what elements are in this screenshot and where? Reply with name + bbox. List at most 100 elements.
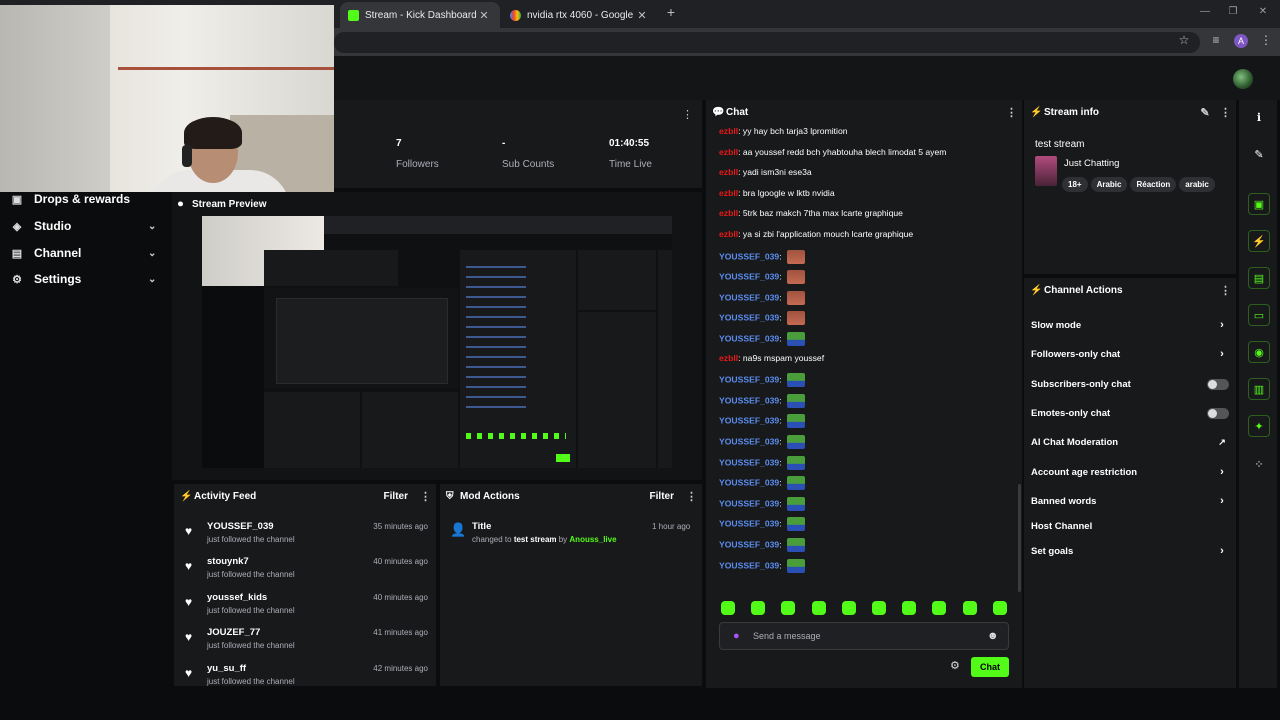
sidebar-item-settings[interactable]: ⚙ Settings ⌄ [0,268,172,290]
tag-pill[interactable]: Arabic [1090,177,1128,192]
chat-scrollbar[interactable] [1018,484,1021,592]
filter-button[interactable]: Filter [384,491,408,502]
chat-username[interactable]: YOUSSEF_039 [719,292,779,302]
more-options-icon[interactable]: ⋮ [1220,284,1231,297]
tab-kick-dashboard[interactable]: Stream - Kick Dashboard ✕ [340,2,500,28]
preview-toggle-icon[interactable]: ▣ [1248,193,1270,215]
stream-preview-video[interactable] [202,216,672,468]
tag-pill[interactable]: Réaction [1130,177,1177,192]
chat-username[interactable]: YOUSSEF_039 [719,539,779,549]
follower-name[interactable]: JOUZEF_77 [207,627,260,638]
chat-username[interactable]: YOUSSEF_039 [719,313,779,323]
chat-username[interactable]: YOUSSEF_039 [719,498,779,508]
chat-username[interactable]: YOUSSEF_039 [719,374,779,384]
apps-icon[interactable]: ⁘ [1248,454,1270,476]
send-chat-button[interactable]: Chat [971,657,1009,677]
bookmark-star-icon[interactable]: ☆ [1176,33,1192,47]
quick-emote-button[interactable] [992,601,1007,615]
chevron-down-icon[interactable]: ⌄ [148,274,172,285]
maximize-button[interactable]: ❐ [1224,6,1242,17]
sidebar-item-studio[interactable]: ◈ Studio ⌄ [0,215,172,237]
filter-button[interactable]: Filter [650,491,674,502]
info-icon[interactable]: ℹ [1248,107,1270,129]
emotes-only-toggle[interactable] [1207,407,1229,419]
banned-words-action[interactable]: Banned words › [1031,492,1229,510]
ai-moderation-action[interactable]: AI Chat Moderation ↗ [1031,433,1229,451]
quick-emote-button[interactable] [811,601,826,615]
moderator-name[interactable]: Anouss_live [569,535,616,544]
lightning-icon[interactable]: ⚡ [1248,230,1270,252]
edit-pencil-icon[interactable]: ✎ [1248,144,1270,166]
wrench-icon[interactable]: ✦ [1248,415,1270,437]
quick-emote-button[interactable] [751,601,766,615]
chat-username[interactable]: YOUSSEF_039 [719,519,779,529]
quick-emote-button[interactable] [902,601,917,615]
sidebar-item-channel[interactable]: ▤ Channel ⌄ [0,242,172,264]
close-tab-icon[interactable]: ✕ [634,9,650,22]
chat-username[interactable]: ezbll [719,167,738,177]
chat-username[interactable]: ezbll [719,229,738,239]
stats-menu-icon[interactable]: ⋮ [682,108,693,121]
follower-name[interactable]: youssef_kids [207,592,267,603]
sidebar-item-drops[interactable]: ▣ Drops & rewards [0,188,172,210]
set-goals-action[interactable]: Set goals › [1031,542,1229,560]
chat-username[interactable]: ezbll [719,208,738,218]
layout-icon[interactable]: ▥ [1248,378,1270,400]
chat-username[interactable]: YOUSSEF_039 [719,560,779,570]
quick-emote-button[interactable] [872,601,886,615]
follower-name[interactable]: stouynk7 [207,556,249,567]
chevron-down-icon[interactable]: ⌄ [148,221,172,232]
broadcast-icon[interactable]: ◉ [1248,341,1270,363]
chat-username[interactable]: YOUSSEF_039 [719,271,779,281]
more-options-icon[interactable]: ⋮ [1220,106,1231,119]
chat-input[interactable]: ● Send a message ☻ [719,622,1009,650]
chat-bubble-icon[interactable]: ▭ [1248,304,1270,326]
follower-name[interactable]: yu_su_ff [207,663,246,674]
account-age-action[interactable]: Account age restriction › [1031,463,1229,481]
chat-username[interactable]: ezbll [719,353,738,363]
tag-pill[interactable]: arabic [1179,177,1215,192]
category-thumbnail[interactable] [1035,156,1057,186]
follower-name[interactable]: YOUSSEF_039 [207,521,274,532]
followers-only-action[interactable]: Followers-only chat › [1031,345,1229,363]
close-tab-icon[interactable]: ✕ [476,9,492,22]
chat-username[interactable]: YOUSSEF_039 [719,251,779,261]
profile-avatar[interactable]: A [1234,34,1248,48]
url-input[interactable] [334,32,1200,53]
chat-username[interactable]: ezbll [719,126,738,136]
category-name[interactable]: Just Chatting [1064,158,1119,169]
quick-emote-button[interactable] [932,601,947,615]
more-options-icon[interactable]: ⋮ [420,490,431,503]
user-avatar[interactable] [1233,69,1253,89]
chat-username[interactable]: YOUSSEF_039 [719,333,779,343]
quick-emote-button[interactable] [781,601,796,615]
reading-list-icon[interactable]: ≡ [1208,33,1224,47]
chat-username[interactable]: ezbll [719,188,738,198]
tag-pill[interactable]: 18+ [1062,177,1088,192]
chat-username[interactable]: YOUSSEF_039 [719,477,779,487]
activity-icon[interactable]: ▤ [1248,267,1270,289]
chat-settings-icon[interactable]: ⚙ [950,659,960,672]
subscribers-only-toggle[interactable] [1207,378,1229,390]
chat-username[interactable]: YOUSSEF_039 [719,416,779,426]
browser-menu-icon[interactable]: ⋮ [1258,33,1274,47]
tab-google-shopping[interactable]: nvidia rtx 4060 - Google Shopp ✕ [502,2,658,28]
emoji-picker-icon[interactable]: ☻ [987,630,999,642]
chevron-down-icon[interactable]: ⌄ [148,248,172,259]
chat-username[interactable]: YOUSSEF_039 [719,395,779,405]
chat-username[interactable]: ezbll [719,147,738,157]
minimize-button[interactable]: — [1196,6,1214,17]
more-options-icon[interactable]: ⋮ [1006,106,1017,119]
chat-username[interactable]: YOUSSEF_039 [719,457,779,467]
new-tab-button[interactable]: + [662,4,680,24]
quick-emote-button[interactable] [721,601,735,615]
edit-pencil-icon[interactable]: ✎ [1200,106,1210,119]
close-window-button[interactable]: ✕ [1254,6,1272,17]
microphone-icon[interactable]: ● [733,630,740,642]
quick-emote-button[interactable] [841,601,856,615]
host-channel-action[interactable]: Host Channel [1031,517,1229,535]
chat-username[interactable]: YOUSSEF_039 [719,436,779,446]
more-options-icon[interactable]: ⋮ [686,490,697,503]
slow-mode-action[interactable]: Slow mode › [1031,316,1229,334]
quick-emote-button[interactable] [962,601,977,615]
